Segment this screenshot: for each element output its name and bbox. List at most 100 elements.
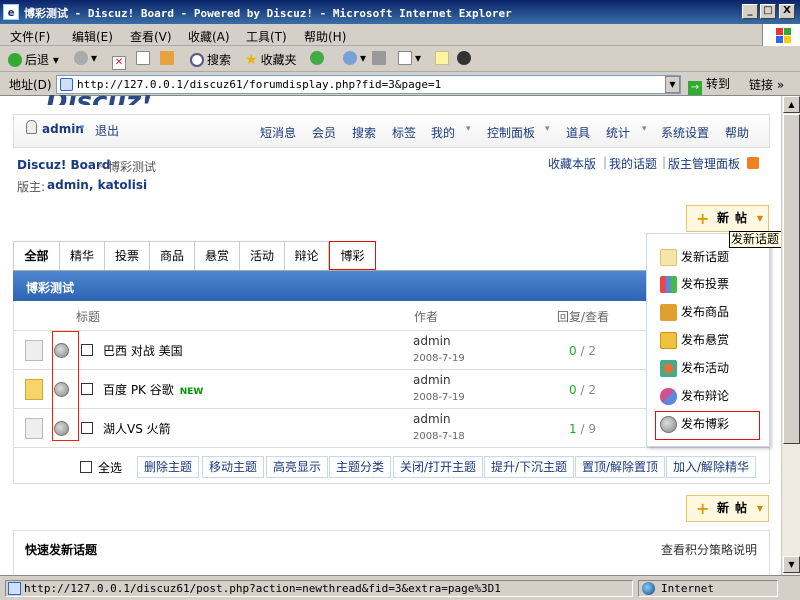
move-topic-button[interactable]: 移动主题 bbox=[202, 456, 265, 478]
mail-button[interactable]: ▾ bbox=[343, 51, 366, 65]
nav-help[interactable]: 帮助 bbox=[725, 124, 749, 141]
edit-button[interactable]: ▾ bbox=[398, 51, 421, 65]
highlight-box bbox=[52, 331, 79, 441]
digest-button[interactable]: 加入/解除精华 bbox=[666, 456, 757, 478]
tab-all[interactable]: 全部 bbox=[13, 241, 60, 270]
my-topics-link[interactable]: 我的话题 bbox=[609, 155, 657, 172]
moderators-list[interactable]: admin, katolisi bbox=[47, 178, 147, 192]
thread-title-link[interactable]: 湖人VS 火箭 bbox=[103, 420, 171, 437]
back-button[interactable]: 后退 ▾ bbox=[8, 51, 59, 68]
stop-button[interactable]: ✕ bbox=[112, 51, 129, 70]
address-input[interactable]: http://127.0.0.1/discuz61/forumdisplay.p… bbox=[56, 75, 681, 94]
menu-view[interactable]: 查看(V) bbox=[130, 28, 172, 45]
new-post-button[interactable]: + 新帖 ▼ bbox=[686, 205, 769, 232]
nav-control-panel[interactable]: 控制面板 bbox=[487, 124, 535, 141]
menu-help[interactable]: 帮助(H) bbox=[304, 28, 346, 45]
close-button[interactable]: X bbox=[779, 4, 795, 19]
forum-title: 博彩测试 bbox=[26, 281, 75, 295]
tab-activity[interactable]: 活动 bbox=[240, 241, 285, 270]
thread-checkbox[interactable] bbox=[81, 422, 93, 434]
links-button[interactable]: 链接 » bbox=[749, 76, 784, 93]
nav-stats[interactable]: 统计 bbox=[606, 124, 630, 141]
messenger-button[interactable] bbox=[457, 51, 474, 65]
go-button[interactable]: → 转到 bbox=[688, 75, 743, 95]
mail-icon bbox=[343, 51, 357, 65]
search-button[interactable]: 搜索 bbox=[190, 51, 231, 68]
quick-post-title: 快速发新话题 bbox=[25, 543, 98, 557]
title-bar: e 博彩测试 - Discuz! Board - Powered by Disc… bbox=[0, 0, 800, 24]
page-icon bbox=[8, 582, 21, 595]
tab-betting[interactable]: 博彩 bbox=[329, 241, 376, 270]
nav-search[interactable]: 搜索 bbox=[352, 124, 376, 141]
mod-panel-link[interactable]: 版主管理面板 bbox=[668, 155, 740, 172]
nav-messages[interactable]: 短消息 bbox=[260, 124, 296, 141]
tab-trade[interactable]: 商品 bbox=[150, 241, 195, 270]
minimize-button[interactable]: _ bbox=[742, 4, 758, 19]
scroll-down-button[interactable]: ▼ bbox=[783, 556, 800, 573]
forward-arrow-icon bbox=[74, 51, 88, 65]
chevron-down-icon[interactable]: ▾ bbox=[80, 123, 85, 133]
reward-icon bbox=[660, 332, 677, 349]
menu-tools[interactable]: 工具(T) bbox=[246, 28, 287, 45]
refresh-button[interactable] bbox=[136, 51, 153, 65]
breadcrumb-divider: | bbox=[603, 155, 608, 169]
media-button[interactable] bbox=[310, 51, 327, 65]
thread-hot-file-icon bbox=[25, 379, 43, 400]
nav-my[interactable]: 我的 bbox=[431, 124, 455, 141]
menu-edit[interactable]: 编辑(E) bbox=[72, 28, 113, 45]
windows-logo-icon bbox=[762, 24, 800, 46]
nav-stats-dropdown-icon[interactable]: ▾ bbox=[642, 124, 647, 134]
tab-reward[interactable]: 悬赏 bbox=[195, 241, 240, 270]
categorize-button[interactable]: 主题分类 bbox=[329, 456, 392, 478]
menu-favorites[interactable]: 收藏(A) bbox=[188, 28, 230, 45]
maximize-button[interactable]: □ bbox=[760, 4, 776, 19]
thread-stats: 0 / 2 bbox=[569, 344, 596, 358]
nav-props[interactable]: 道具 bbox=[566, 124, 590, 141]
thread-title-link[interactable]: 巴西 对战 美国 bbox=[103, 342, 183, 359]
rss-icon[interactable] bbox=[747, 157, 759, 169]
address-dropdown-button[interactable]: ▼ bbox=[665, 76, 680, 93]
discuz-logo: Discuz! bbox=[46, 95, 153, 105]
scroll-thumb[interactable] bbox=[783, 114, 800, 444]
scroll-up-button[interactable]: ▲ bbox=[783, 96, 800, 113]
nav-my-dropdown-icon[interactable]: ▾ bbox=[466, 124, 471, 134]
favorites-button[interactable]: ★ 收藏夹 bbox=[245, 51, 297, 68]
credits-help-link[interactable]: 查看积分策略说明 bbox=[661, 541, 757, 558]
logout-link[interactable]: 退出 bbox=[95, 122, 119, 139]
close-open-button[interactable]: 关闭/打开主题 bbox=[393, 456, 484, 478]
tab-poll[interactable]: 投票 bbox=[105, 241, 150, 270]
tab-digest[interactable]: 精华 bbox=[60, 241, 105, 270]
nav-tags[interactable]: 标签 bbox=[392, 124, 416, 141]
thread-date: 2008-7-19 bbox=[413, 353, 465, 364]
favorite-forum-link[interactable]: 收藏本版 bbox=[548, 155, 596, 172]
new-post-button-bottom[interactable]: + 新帖 ▼ bbox=[686, 495, 769, 522]
username-link[interactable]: admin bbox=[42, 122, 84, 136]
menu-bar: 文件(F) 编辑(E) 查看(V) 收藏(A) 工具(T) 帮助(H) bbox=[0, 24, 800, 46]
select-all-checkbox[interactable] bbox=[80, 461, 92, 473]
thread-author[interactable]: admin bbox=[413, 412, 451, 426]
menu-file[interactable]: 文件(F) bbox=[10, 28, 50, 45]
nav-control-panel-dropdown-icon[interactable]: ▾ bbox=[545, 124, 550, 134]
column-replies: 回复/查看 bbox=[557, 310, 610, 324]
thread-author[interactable]: admin bbox=[413, 373, 451, 387]
delete-topic-button[interactable]: 删除主题 bbox=[137, 456, 200, 478]
star-icon: ★ bbox=[245, 52, 258, 68]
home-button[interactable] bbox=[160, 51, 177, 65]
thread-checkbox[interactable] bbox=[81, 344, 93, 356]
back-arrow-icon bbox=[8, 53, 22, 67]
highlight-button[interactable]: 高亮显示 bbox=[266, 456, 329, 478]
thread-stats: 0 / 2 bbox=[569, 383, 596, 397]
vertical-scrollbar[interactable]: ▲ ▼ bbox=[781, 96, 800, 575]
discuss-button[interactable] bbox=[435, 51, 452, 65]
nav-members[interactable]: 会员 bbox=[312, 124, 336, 141]
thread-title-link[interactable]: 百度 PK 谷歌 NEW bbox=[103, 381, 203, 398]
thread-checkbox[interactable] bbox=[81, 383, 93, 395]
bump-sink-button[interactable]: 提升/下沉主题 bbox=[484, 456, 575, 478]
print-button[interactable] bbox=[372, 51, 389, 65]
thread-author[interactable]: admin bbox=[413, 334, 451, 348]
nav-settings[interactable]: 系统设置 bbox=[661, 124, 709, 141]
breadcrumb-current: 博彩测试 bbox=[108, 160, 157, 174]
forward-button[interactable]: ▾ bbox=[74, 51, 97, 65]
tab-debate[interactable]: 辩论 bbox=[285, 241, 329, 270]
stick-button[interactable]: 置顶/解除置顶 bbox=[575, 456, 666, 478]
